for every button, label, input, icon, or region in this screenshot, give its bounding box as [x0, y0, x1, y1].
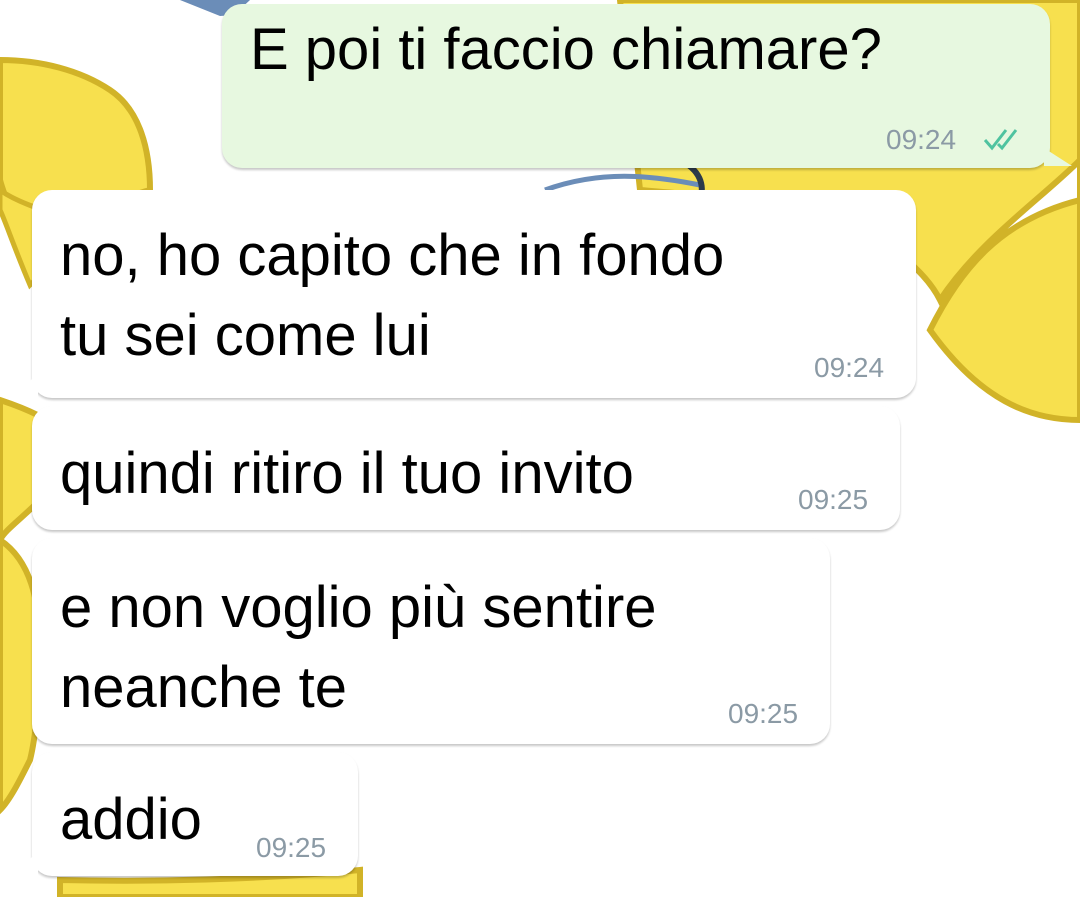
message-text: addio — [60, 787, 202, 852]
message-time: 09:24 — [886, 124, 957, 155]
message-bubble-outgoing[interactable]: E poi ti faccio chiamare? 09:24 — [222, 4, 1050, 168]
message-time: 09:25 — [256, 832, 327, 863]
message-time: 09:25 — [798, 484, 869, 515]
message-time: 09:24 — [814, 352, 885, 383]
message-text: quindi ritiro il tuo invito — [60, 441, 634, 506]
message-bubble-incoming[interactable]: e non voglio più sentire neanche te 09:2… — [32, 538, 830, 744]
message-bubble-incoming[interactable]: no, ho capito che in fondo tu sei come l… — [32, 190, 916, 398]
message-text: e non voglio più sentire neanche te — [60, 575, 657, 720]
bubble-tail — [1044, 148, 1072, 166]
bubble-tail — [10, 852, 38, 876]
message-time: 09:25 — [728, 698, 799, 729]
bubble-tail — [10, 374, 38, 398]
message-bubble-incoming[interactable]: quindi ritiro il tuo invito 09:25 — [32, 406, 900, 530]
message-text: E poi ti faccio chiamare? — [250, 17, 882, 82]
message-text: no, ho capito che in fondo tu sei come l… — [60, 223, 725, 368]
message-bubble-incoming[interactable]: addio 09:25 — [32, 752, 358, 876]
double-check-read-icon — [983, 129, 1018, 151]
